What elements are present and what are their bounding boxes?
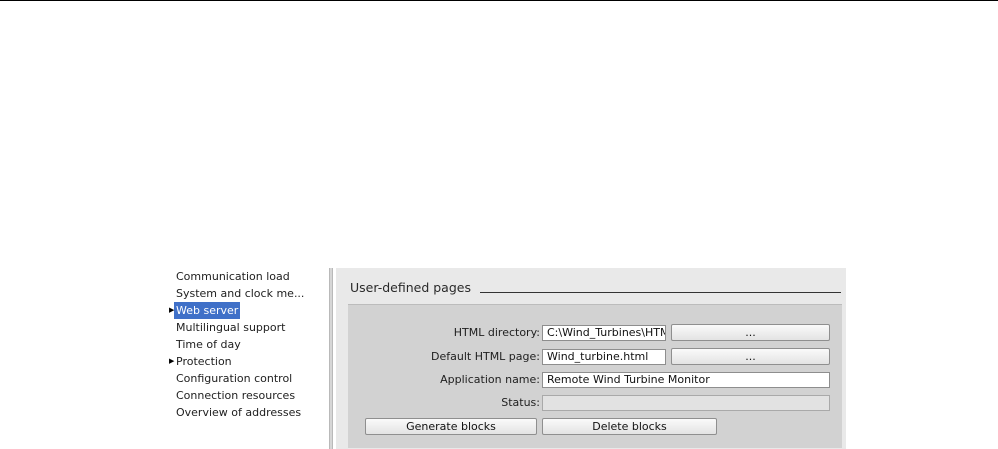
settings-navigation-tree: Communication load System and clock me..… <box>169 268 328 448</box>
html-directory-label: HTML directory: <box>453 326 540 339</box>
expand-arrow-icon[interactable]: ▶ <box>169 302 175 319</box>
nav-item-time-of-day[interactable]: Time of day <box>170 336 328 353</box>
nav-item-label: Web server <box>174 302 241 319</box>
top-divider <box>0 0 998 1</box>
generate-blocks-button[interactable]: Generate blocks <box>365 418 537 435</box>
nav-item-protection[interactable]: ▶ Protection <box>169 353 328 370</box>
nav-item-label: Protection <box>176 355 232 368</box>
default-html-page-input[interactable]: Wind_turbine.html <box>542 349 666 365</box>
application-name-input[interactable]: Remote Wind Turbine Monitor <box>542 372 830 388</box>
nav-item-label: Connection resources <box>176 389 296 402</box>
html-directory-input[interactable]: C:\Wind_Turbines\HTM <box>542 325 666 341</box>
nav-item-overview-of-addresses[interactable]: Overview of addresses <box>170 404 328 421</box>
status-field <box>542 395 830 411</box>
panel-splitter[interactable] <box>329 268 333 449</box>
nav-item-connection-resources[interactable]: Connection resources <box>170 387 328 404</box>
nav-item-communication-load[interactable]: Communication load <box>170 268 328 285</box>
nav-item-configuration-control[interactable]: Configuration control <box>170 370 328 387</box>
section-title-rule <box>480 292 841 293</box>
properties-panel: User-defined pages HTML directory: C:\Wi… <box>336 268 846 449</box>
nav-item-multilingual-support[interactable]: Multilingual support <box>170 319 328 336</box>
nav-item-label: Time of day <box>176 338 241 351</box>
nav-item-label: Overview of addresses <box>176 406 302 419</box>
default-html-page-label: Default HTML page: <box>431 350 540 363</box>
expand-arrow-icon[interactable]: ▶ <box>169 353 175 370</box>
user-defined-pages-form: HTML directory: C:\Wind_Turbines\HTM ...… <box>348 304 842 448</box>
delete-blocks-button[interactable]: Delete blocks <box>542 418 717 435</box>
nav-item-label: Communication load <box>176 270 290 283</box>
nav-item-system-and-clock-memory[interactable]: System and clock me... <box>170 285 328 302</box>
nav-item-label: System and clock me... <box>176 287 305 300</box>
status-label: Status: <box>501 396 540 409</box>
nav-item-web-server[interactable]: ▶ Web server <box>169 302 328 319</box>
default-html-page-browse-button[interactable]: ... <box>671 348 830 365</box>
nav-item-label: Multilingual support <box>176 321 286 334</box>
html-directory-browse-button[interactable]: ... <box>671 324 830 341</box>
application-name-label: Application name: <box>440 373 540 386</box>
nav-item-label: Configuration control <box>176 372 293 385</box>
section-title: User-defined pages <box>350 280 471 295</box>
